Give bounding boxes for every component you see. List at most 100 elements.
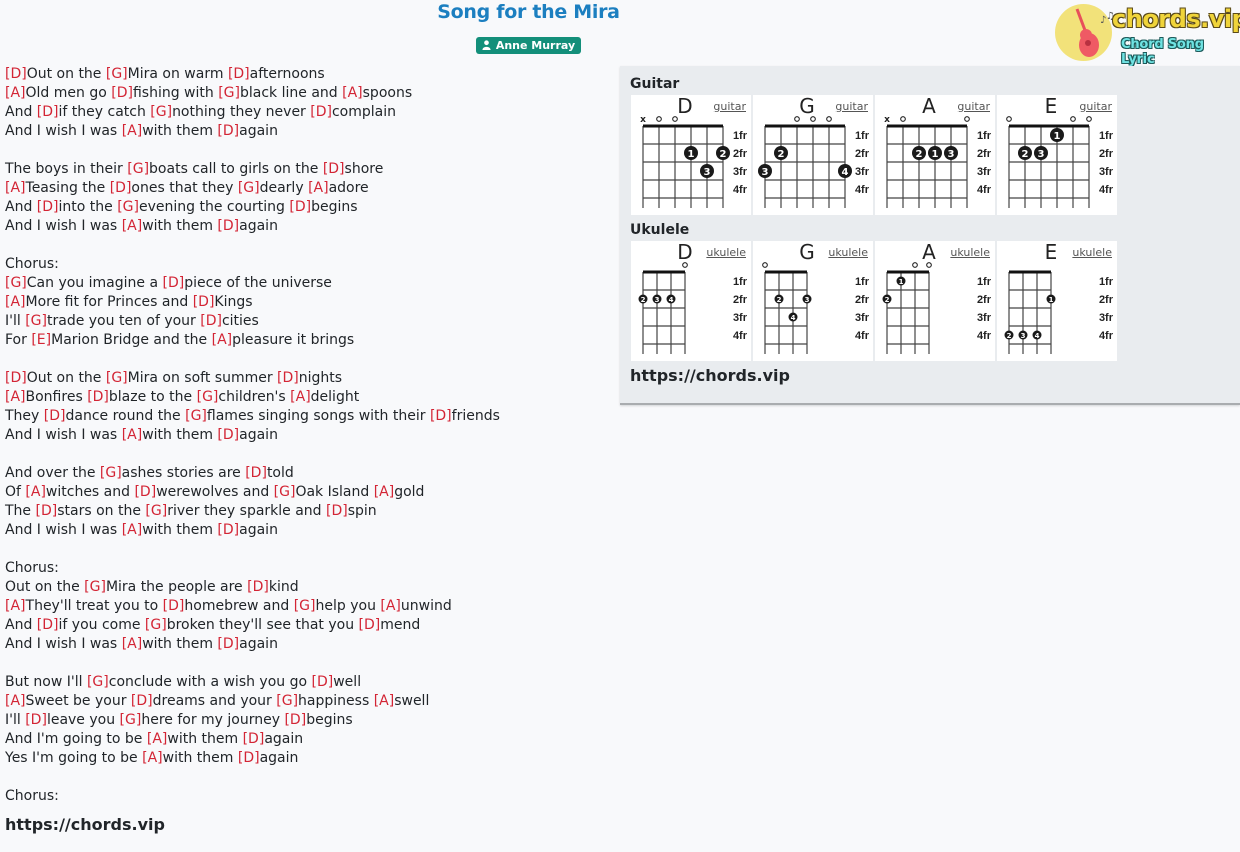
chord-link[interactable]: [A] bbox=[308, 180, 329, 196]
chord-link[interactable]: [A] bbox=[122, 427, 143, 443]
chord-link[interactable]: [A] bbox=[374, 693, 395, 709]
chord-link[interactable]: [D] bbox=[37, 617, 59, 633]
chord-link[interactable]: [D] bbox=[430, 408, 452, 424]
chord-link[interactable]: [D] bbox=[217, 218, 239, 234]
chord-link[interactable]: [A] bbox=[5, 389, 26, 405]
chord-link[interactable]: [A] bbox=[212, 332, 233, 348]
chord-link[interactable]: [G] bbox=[197, 389, 219, 405]
chord-link[interactable]: [A] bbox=[290, 389, 311, 405]
site-logo[interactable]: ♪ ♫ chords.vip Chord Song Lyric bbox=[1054, 3, 1240, 67]
chord-link[interactable]: [A] bbox=[5, 693, 26, 709]
chord-link[interactable]: [E] bbox=[31, 332, 51, 348]
guitar-link[interactable]: guitar bbox=[957, 100, 990, 113]
chord-link[interactable]: [A] bbox=[342, 85, 363, 101]
ukulele-chord-E[interactable]: 1fr 2fr 3fr 4fr 1 2 3 4 Eukulele bbox=[997, 240, 1117, 361]
chord-link[interactable]: [D] bbox=[217, 123, 239, 139]
chord-link[interactable]: [G] bbox=[274, 484, 296, 500]
chord-link[interactable]: [G] bbox=[84, 579, 106, 595]
ukulele-chord-A[interactable]: 1fr 2fr 3fr 4fr 1 2 Aukulele bbox=[875, 240, 995, 361]
chord-link[interactable]: [G] bbox=[218, 85, 240, 101]
chord-link[interactable]: [D] bbox=[217, 522, 239, 538]
chord-link[interactable]: [D] bbox=[326, 503, 348, 519]
chord-link[interactable]: [A] bbox=[5, 85, 26, 101]
ukulele-link[interactable]: ukulele bbox=[706, 246, 746, 259]
chord-link[interactable]: [G] bbox=[106, 66, 128, 82]
chord-link[interactable]: [D] bbox=[238, 750, 260, 766]
chord-link[interactable]: [D] bbox=[359, 617, 381, 633]
chord-link[interactable]: [G] bbox=[5, 275, 27, 291]
chord-link[interactable]: [A] bbox=[122, 123, 143, 139]
chord-link[interactable]: [D] bbox=[289, 199, 311, 215]
guitar-chord-A[interactable]: 1fr 2fr 3fr 4fr x 2 1 3 Aguitar bbox=[875, 94, 995, 215]
chord-link[interactable]: [D] bbox=[247, 579, 269, 595]
ukulele-link[interactable]: ukulele bbox=[828, 246, 868, 259]
guitar-chord-E[interactable]: 1fr 2fr 3fr 4fr 1 2 3 Eguitar bbox=[997, 94, 1117, 215]
ukulele-chord-D[interactable]: 1fr 2fr 3fr 4fr 2 3 4 Dukulele bbox=[631, 240, 751, 361]
chord-link[interactable]: [D] bbox=[36, 503, 58, 519]
ukulele-link[interactable]: ukulele bbox=[1072, 246, 1112, 259]
chord-link[interactable]: [D] bbox=[5, 370, 27, 386]
ukulele-chord-G[interactable]: 1fr 2fr 3fr 4fr 2 3 4 Gukulele bbox=[753, 240, 873, 361]
chord-link[interactable]: [A] bbox=[5, 294, 26, 310]
chord-link[interactable]: [D] bbox=[111, 85, 133, 101]
chord-link[interactable]: [A] bbox=[380, 598, 401, 614]
chord-link[interactable]: [D] bbox=[217, 636, 239, 652]
chord-link[interactable]: [D] bbox=[243, 731, 265, 747]
artist-badge[interactable]: Anne Murray bbox=[475, 36, 582, 54]
chord-link[interactable]: [D] bbox=[134, 484, 156, 500]
chord-link[interactable]: [D] bbox=[25, 712, 47, 728]
chord-link[interactable]: [G] bbox=[25, 313, 47, 329]
chord-link[interactable]: [D] bbox=[277, 370, 299, 386]
guitar-chord-D[interactable]: 1fr 2fr 3fr 4fr x 1 2 3 Dguitar bbox=[631, 94, 751, 215]
chord-link[interactable]: [A] bbox=[122, 218, 143, 234]
chord-link[interactable]: [D] bbox=[245, 465, 267, 481]
chord-link[interactable]: [A] bbox=[5, 180, 26, 196]
chord-link[interactable]: [A] bbox=[147, 731, 168, 747]
chord-link[interactable]: [G] bbox=[120, 712, 142, 728]
chord-link[interactable]: [D] bbox=[312, 674, 334, 690]
guitar-link[interactable]: guitar bbox=[713, 100, 746, 113]
chord-link[interactable]: [D] bbox=[284, 712, 306, 728]
chord-link[interactable]: [G] bbox=[294, 598, 316, 614]
chord-link[interactable]: [D] bbox=[37, 104, 59, 120]
chord-link[interactable]: [D] bbox=[162, 275, 184, 291]
chord-link[interactable]: [D] bbox=[217, 427, 239, 443]
lyric-line: And I'm going to be [A]with them [D]agai… bbox=[5, 730, 605, 749]
chord-link[interactable]: [A] bbox=[122, 522, 143, 538]
chord-link[interactable]: [G] bbox=[106, 370, 128, 386]
chord-link[interactable]: [G] bbox=[145, 503, 167, 519]
chord-link[interactable]: [D] bbox=[193, 294, 215, 310]
chord-link[interactable]: [D] bbox=[5, 66, 27, 82]
chord-link[interactable]: [D] bbox=[228, 66, 250, 82]
chord-link[interactable]: [A] bbox=[122, 636, 143, 652]
guitar-link[interactable]: guitar bbox=[835, 100, 868, 113]
lyric-text: with them bbox=[167, 731, 243, 747]
chord-link[interactable]: [D] bbox=[310, 104, 332, 120]
chord-link[interactable]: [D] bbox=[163, 598, 185, 614]
chord-link[interactable]: [G] bbox=[238, 180, 260, 196]
chord-link[interactable]: [G] bbox=[150, 104, 172, 120]
panel-url[interactable]: https://chords.vip bbox=[630, 366, 790, 385]
chord-link[interactable]: [G] bbox=[87, 674, 109, 690]
chord-link[interactable]: [D] bbox=[44, 408, 66, 424]
chord-link[interactable]: [G] bbox=[100, 465, 122, 481]
chord-link[interactable]: [G] bbox=[276, 693, 298, 709]
chord-link[interactable]: [D] bbox=[131, 693, 153, 709]
chord-link[interactable]: [D] bbox=[37, 199, 59, 215]
lyrics-footer-url[interactable]: https://chords.vip bbox=[5, 815, 605, 834]
chord-link[interactable]: [D] bbox=[323, 161, 345, 177]
chord-link[interactable]: [A] bbox=[25, 484, 46, 500]
chord-link[interactable]: [D] bbox=[110, 180, 132, 196]
chord-link[interactable]: [D] bbox=[200, 313, 222, 329]
ukulele-link[interactable]: ukulele bbox=[950, 246, 990, 259]
guitar-chord-G[interactable]: 1fr 2fr 3fr 4fr 2 3 4 Gguitar bbox=[753, 94, 873, 215]
chord-link[interactable]: [A] bbox=[374, 484, 395, 500]
chord-link[interactable]: [A] bbox=[5, 598, 26, 614]
chord-link[interactable]: [A] bbox=[142, 750, 163, 766]
chord-link[interactable]: [G] bbox=[185, 408, 207, 424]
chord-link[interactable]: [D] bbox=[87, 389, 109, 405]
chord-link[interactable]: [G] bbox=[127, 161, 149, 177]
guitar-link[interactable]: guitar bbox=[1079, 100, 1112, 113]
chord-link[interactable]: [G] bbox=[117, 199, 139, 215]
chord-link[interactable]: [G] bbox=[145, 617, 167, 633]
